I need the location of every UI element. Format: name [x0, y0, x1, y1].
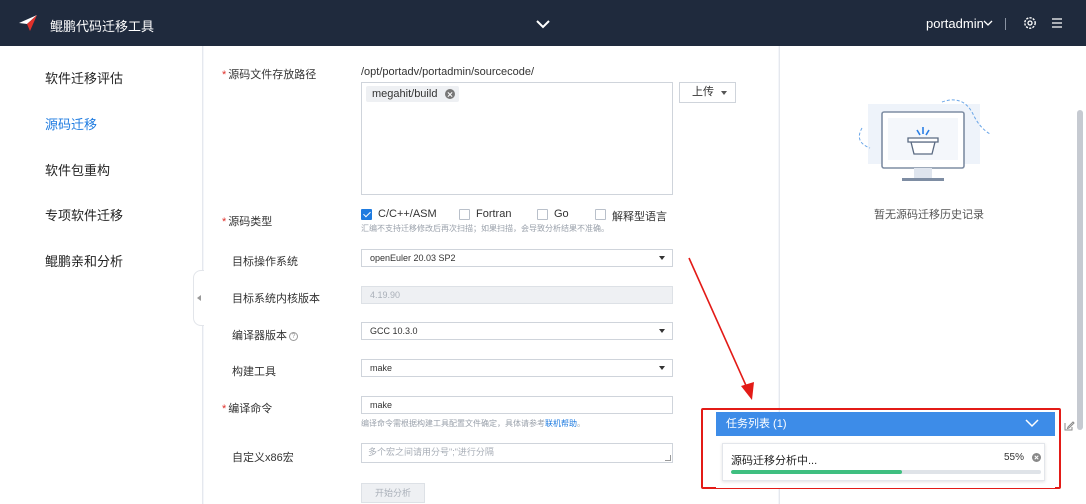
checkbox-go-label: Go: [554, 208, 569, 220]
task-list-title: 任务列表 (1): [726, 418, 787, 430]
help-link[interactable]: 联机帮助: [545, 419, 577, 428]
close-icon[interactable]: [1032, 453, 1041, 462]
chevron-left-icon: [197, 295, 201, 301]
caret-down-icon: [659, 329, 665, 333]
compiler-version-label: 编译器版本?: [232, 327, 298, 343]
required-mark: *: [222, 216, 227, 228]
close-icon[interactable]: [445, 89, 456, 99]
sidebar-item-source-migration[interactable]: 源码迁移: [45, 114, 97, 133]
empty-history-text: 暂无源码迁移历史记录: [874, 209, 984, 221]
menu-icon[interactable]: [1050, 16, 1064, 30]
compiler-version-value: GCC 10.3.0: [370, 326, 418, 336]
checkbox-cpp[interactable]: [361, 209, 372, 220]
hint-text: 编译命令需根据构建工具配置文件确定，具体请参考: [361, 419, 545, 428]
progress-bar-fill: [731, 470, 902, 474]
file-select-box[interactable]: megahit/build: [361, 82, 673, 195]
start-analysis-button: 开始分析: [361, 483, 425, 503]
sidebar-item-package-rebuild[interactable]: 软件包重构: [45, 160, 110, 179]
required-mark: *: [222, 403, 227, 415]
source-path-label: * 源码文件存放路径: [222, 66, 316, 82]
build-tool-value: make: [370, 363, 393, 373]
annotation-arrow: [688, 257, 754, 400]
task-list-panel: 任务列表 (1) 源码迁移分析中... 55%: [716, 412, 1055, 488]
compile-command-label: * 编译命令: [222, 400, 272, 416]
checkbox-fortran[interactable]: [459, 209, 470, 220]
caret-down-icon: [659, 256, 665, 260]
checkbox-cpp-label: C/C++/ASM: [378, 208, 437, 220]
compiler-version-label-text: 编译器版本: [232, 330, 287, 342]
build-tool-label: 构建工具: [232, 366, 276, 378]
caret-down-icon: [721, 91, 727, 95]
resize-handle[interactable]: [665, 455, 671, 461]
hint-suffix: 。: [577, 419, 585, 428]
app-title: 鲲鹏代码迁移工具: [50, 19, 155, 34]
source-path-label-text: 源码文件存放路径: [228, 69, 317, 81]
file-chip: megahit/build: [366, 86, 460, 102]
target-os-select[interactable]: openEuler 20.03 SP2: [361, 249, 673, 267]
top-bar: 鲲鹏代码迁移工具 portadmin: [0, 0, 1086, 46]
file-chip-label: megahit/build: [372, 88, 438, 100]
build-tool-select[interactable]: make: [361, 359, 673, 377]
gear-icon[interactable]: [1022, 15, 1038, 31]
source-path-text: /opt/portadv/portadmin/sourcecode/: [361, 66, 535, 78]
scrollbar[interactable]: [1077, 110, 1083, 430]
custom-macro-placeholder: 多个宏之间请用分号";"进行分隔: [368, 447, 494, 457]
chevron-down-icon[interactable]: [535, 18, 551, 30]
checkbox-interpreted-label: 解释型语言: [612, 211, 667, 223]
checkbox-interpreted[interactable]: [595, 209, 606, 220]
task-progress-percent: 55%: [1004, 452, 1025, 463]
source-type-hint: 汇编不支持迁移修改后再次扫描；如果扫描，会导致分析结果不准确。: [361, 224, 609, 233]
checkbox-go[interactable]: [537, 209, 548, 220]
sidebar-item-affinity-analysis[interactable]: 鲲鹏亲和分析: [45, 251, 123, 270]
logo-icon: [19, 15, 37, 31]
kernel-version-value: 4.19.90: [370, 290, 401, 300]
target-os-value: openEuler 20.03 SP2: [370, 253, 456, 263]
user-menu[interactable]: portadmin: [926, 16, 984, 31]
task-item: 源码迁移分析中... 55%: [722, 443, 1045, 481]
upload-button[interactable]: 上传: [679, 82, 736, 103]
source-type-label: * 源码类型: [222, 213, 272, 229]
empty-box-illustration: [858, 99, 991, 181]
upload-button-label: 上传: [692, 86, 714, 98]
compiler-version-select[interactable]: GCC 10.3.0: [361, 322, 673, 340]
divider: [1005, 18, 1006, 30]
checkbox-fortran-label: Fortran: [476, 208, 512, 220]
kernel-version-label: 目标系统内核版本: [232, 293, 320, 305]
task-name: 源码迁移分析中...: [731, 455, 818, 467]
compile-command-input[interactable]: make: [361, 396, 673, 414]
sidebar-item-special-migration[interactable]: 专项软件迁移: [45, 205, 123, 224]
sidebar-item-assessment[interactable]: 软件迁移评估: [45, 68, 123, 87]
progress-track: [731, 470, 1041, 474]
custom-macro-input[interactable]: 多个宏之间请用分号";"进行分隔: [361, 443, 673, 463]
target-os-label: 目标操作系统: [232, 256, 298, 268]
sidebar: 软件迁移评估 源码迁移 软件包重构 专项软件迁移 鲲鹏亲和分析: [0, 46, 203, 504]
caret-down-icon: [659, 366, 665, 370]
edit-icon[interactable]: [1063, 420, 1075, 432]
user-chevron-icon[interactable]: [983, 19, 993, 27]
custom-macro-label: 自定义x86宏: [232, 452, 294, 464]
source-type-label-text: 源码类型: [228, 216, 273, 228]
chevron-down-icon[interactable]: [1025, 418, 1039, 428]
kernel-version-field: 4.19.90: [361, 286, 673, 304]
help-icon[interactable]: ?: [289, 331, 298, 341]
compile-command-label-text: 编译命令: [228, 403, 273, 415]
required-mark: *: [222, 69, 227, 81]
compile-command-hint: 编译命令需根据构建工具配置文件确定，具体请参考联机帮助。: [361, 418, 585, 429]
task-list-header[interactable]: 任务列表 (1): [716, 412, 1055, 436]
